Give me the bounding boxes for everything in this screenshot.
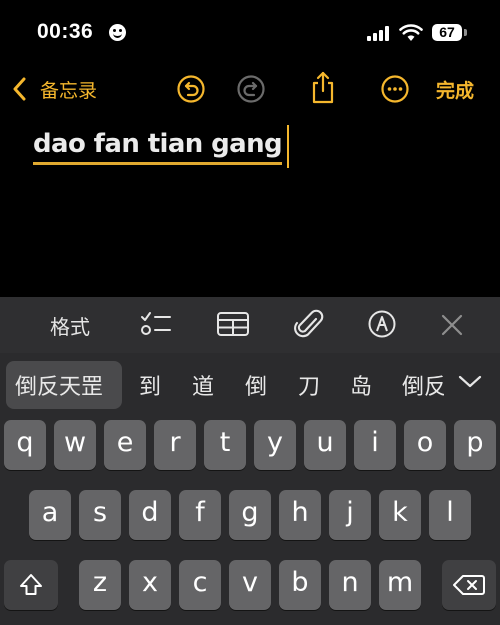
- key-x[interactable]: x: [129, 560, 171, 610]
- back-label: 备忘录: [40, 80, 98, 102]
- candidate-item[interactable]: 倒反: [402, 369, 444, 401]
- close-icon[interactable]: [440, 313, 464, 337]
- key-m[interactable]: m: [379, 560, 421, 610]
- done-button[interactable]: 完成: [436, 76, 474, 103]
- candidate-item[interactable]: 倒: [245, 369, 267, 401]
- key-z[interactable]: z: [79, 560, 121, 610]
- candidate-bar: 倒反天罡 到 道 倒 刀 岛 倒反: [0, 353, 500, 415]
- key-o[interactable]: o: [404, 420, 446, 470]
- key-h[interactable]: h: [279, 490, 321, 540]
- key-r[interactable]: r: [154, 420, 196, 470]
- note-body[interactable]: dao fan tian gang: [33, 128, 283, 165]
- candidate-item[interactable]: 道: [192, 369, 214, 401]
- keyboard: q w e r t y u i o p a s d f g h j k l z …: [0, 415, 500, 625]
- cellular-signal-icon: [367, 26, 391, 41]
- key-e[interactable]: e: [104, 420, 146, 470]
- candidate-item[interactable]: 岛: [350, 369, 372, 401]
- key-b[interactable]: b: [279, 560, 321, 610]
- note-title-text[interactable]: dao fan tian gang: [33, 128, 283, 165]
- format-toolbar: 格式: [0, 297, 500, 353]
- key-k[interactable]: k: [379, 490, 421, 540]
- undo-icon[interactable]: [176, 74, 206, 104]
- battery-tip: [464, 29, 467, 36]
- text-cursor: [287, 125, 289, 168]
- key-j[interactable]: j: [329, 490, 371, 540]
- battery-indicator: 67: [432, 24, 462, 41]
- chevron-down-icon[interactable]: [458, 375, 482, 389]
- chevron-left-icon: [13, 77, 26, 101]
- key-t[interactable]: t: [204, 420, 246, 470]
- key-f[interactable]: f: [179, 490, 221, 540]
- format-button[interactable]: 格式: [50, 311, 90, 340]
- shift-key[interactable]: [4, 560, 58, 610]
- key-v[interactable]: v: [229, 560, 271, 610]
- key-p[interactable]: p: [454, 420, 496, 470]
- checklist-icon[interactable]: [139, 309, 173, 339]
- status-time: 00:36: [37, 20, 94, 43]
- candidate-item[interactable]: 刀: [298, 369, 320, 401]
- key-d[interactable]: d: [129, 490, 171, 540]
- key-w[interactable]: w: [54, 420, 96, 470]
- backspace-icon: [453, 575, 485, 595]
- shift-icon: [20, 574, 42, 595]
- key-c[interactable]: c: [179, 560, 221, 610]
- key-y[interactable]: y: [254, 420, 296, 470]
- back-button[interactable]: 备忘录: [10, 74, 110, 104]
- delete-key[interactable]: [442, 560, 496, 610]
- table-icon[interactable]: [216, 310, 250, 338]
- key-q[interactable]: q: [4, 420, 46, 470]
- paperclip-icon[interactable]: [294, 307, 324, 341]
- candidate-item[interactable]: 倒反天罡: [15, 369, 103, 401]
- key-n[interactable]: n: [329, 560, 371, 610]
- key-i[interactable]: i: [354, 420, 396, 470]
- key-u[interactable]: u: [304, 420, 346, 470]
- candidate-item[interactable]: 到: [139, 369, 161, 401]
- key-l[interactable]: l: [429, 490, 471, 540]
- key-s[interactable]: s: [79, 490, 121, 540]
- share-icon[interactable]: [308, 70, 338, 104]
- key-a[interactable]: a: [29, 490, 71, 540]
- focus-mode-icon: [109, 24, 126, 41]
- more-options-icon[interactable]: [380, 74, 410, 104]
- key-g[interactable]: g: [229, 490, 271, 540]
- redo-icon[interactable]: [236, 74, 266, 104]
- wifi-icon: [399, 24, 423, 41]
- markup-pen-icon[interactable]: [367, 309, 397, 339]
